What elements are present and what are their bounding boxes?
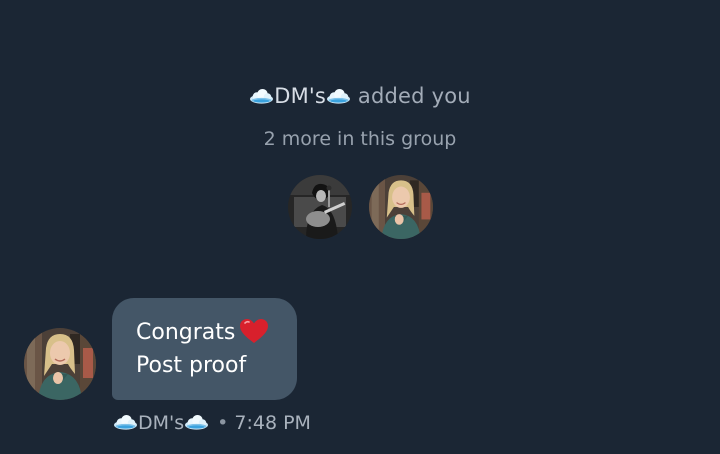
cloud-icon bbox=[184, 414, 209, 430]
message-line: Congrats bbox=[136, 316, 297, 349]
sender-avatar[interactable] bbox=[24, 328, 96, 400]
heart-icon bbox=[239, 318, 269, 344]
group-name[interactable]: DM's bbox=[274, 84, 326, 108]
cloud-icon bbox=[249, 88, 274, 104]
cloud-icon bbox=[326, 88, 351, 104]
member-avatar[interactable] bbox=[369, 175, 433, 239]
message-time: 7:48 PM bbox=[234, 412, 311, 434]
member-avatar[interactable] bbox=[288, 175, 352, 239]
member-avatars bbox=[0, 175, 720, 239]
meta-separator: • bbox=[217, 412, 229, 434]
message-bubble[interactable]: Congrats Post proof bbox=[112, 298, 297, 400]
group-members-count[interactable]: 2 more in this group bbox=[0, 128, 720, 150]
message-text: Congrats bbox=[136, 320, 236, 345]
sender-name[interactable]: DM's bbox=[138, 412, 184, 434]
message-line: Post proof bbox=[136, 349, 297, 382]
message-meta: DM's • 7:48 PM bbox=[113, 412, 311, 434]
added-you-text: added you bbox=[357, 84, 471, 108]
system-added-notice: DM's added you bbox=[0, 84, 720, 108]
cloud-icon bbox=[113, 414, 138, 430]
message-text: Post proof bbox=[136, 353, 247, 378]
